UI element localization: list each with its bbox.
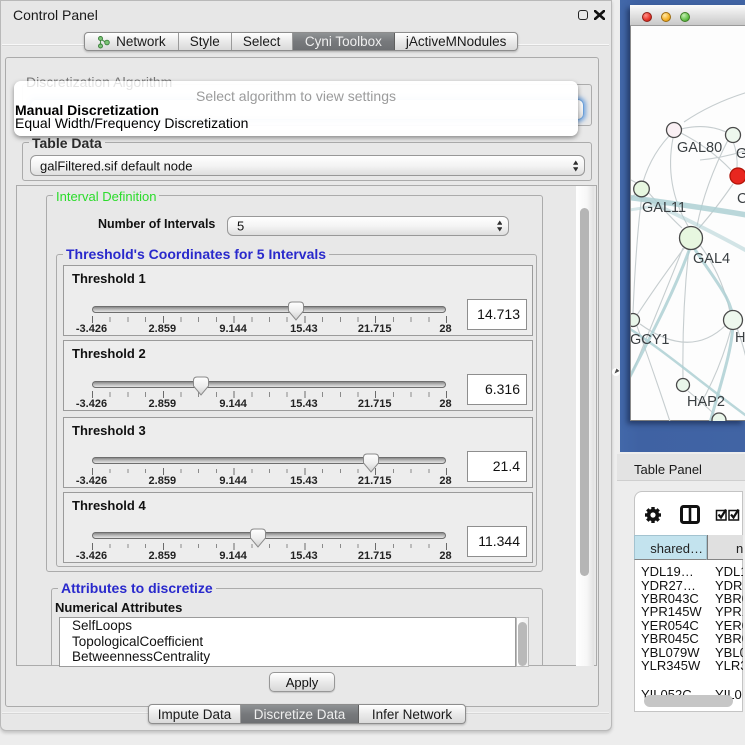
svg-text:GAL11: GAL11	[642, 200, 686, 216]
svg-text:GCY1: GCY1	[631, 332, 670, 348]
svg-text:HAP2: HAP2	[687, 394, 725, 410]
svg-text:GAL80: GAL80	[677, 140, 722, 156]
svg-text:GAL4: GAL4	[693, 251, 730, 267]
svg-text:G.: G.	[736, 146, 745, 162]
svg-text:C: C	[737, 191, 745, 207]
svg-text:H: H	[735, 330, 745, 346]
